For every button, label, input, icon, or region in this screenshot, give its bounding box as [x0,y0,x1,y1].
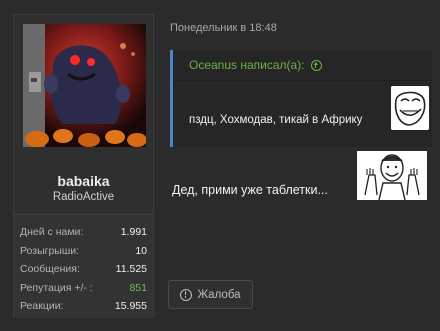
stat-value: 1.991 [120,226,147,239]
quote-author-link[interactable]: Oceanus написал(а): [189,58,322,72]
quote-text: пздц, Хохмодав, тикай в Африку [189,114,363,126]
user-panel: babaika RadioActive Дней с нами: 1.991 Р… [13,14,154,318]
stat-value[interactable]: 851 [129,282,147,294]
not-bad-meme-image [357,151,427,200]
trollface-icon [391,86,429,130]
stat-row-giveaways: Розыгрыши: 10 [20,242,147,261]
stat-label: Сообщения: [20,263,80,276]
trollface-meme-image [391,86,429,130]
report-button[interactable]: Жалоба [168,280,253,309]
stat-value: 10 [135,244,147,257]
quote-block: Oceanus написал(а): пздц, Хохмодав, тика… [170,50,432,147]
stat-label: Репутация +/- : [20,281,93,294]
post-message-text: Дед, прими уже таблетки... [172,183,328,197]
arrow-up-circle-icon[interactable] [310,60,322,71]
report-button-label: Жалоба [197,288,241,301]
post-date[interactable]: Понедельник в 18:48 [170,22,277,34]
user-stats: Дней с нами: 1.991 Розыгрыши: 10 Сообщен… [14,214,153,318]
stat-row-reputation: Репутация +/- : 851 [20,279,147,298]
stat-value: 15.955 [114,300,147,313]
stat-row-reactions: Реакции: 15.955 [20,297,147,316]
stat-label: Розыгрыши: [20,244,80,257]
avatar[interactable] [23,24,146,147]
username[interactable]: babaika [14,173,153,189]
happy-man-meme-icon [357,151,427,200]
user-title: RadioActive [52,191,115,203]
quote-author-label[interactable]: Oceanus написал(а): [189,58,305,72]
exclamation-circle-icon [180,288,193,301]
halloween-monster-avatar-image [23,24,146,147]
stat-label: Реакции: [20,300,64,313]
quote-divider [173,80,432,81]
stat-value: 11.525 [115,263,147,276]
stat-label: Дней с нами: [20,226,84,239]
stat-row-messages: Сообщения: 11.525 [20,260,147,279]
stat-row-days: Дней с нами: 1.991 [20,223,147,242]
